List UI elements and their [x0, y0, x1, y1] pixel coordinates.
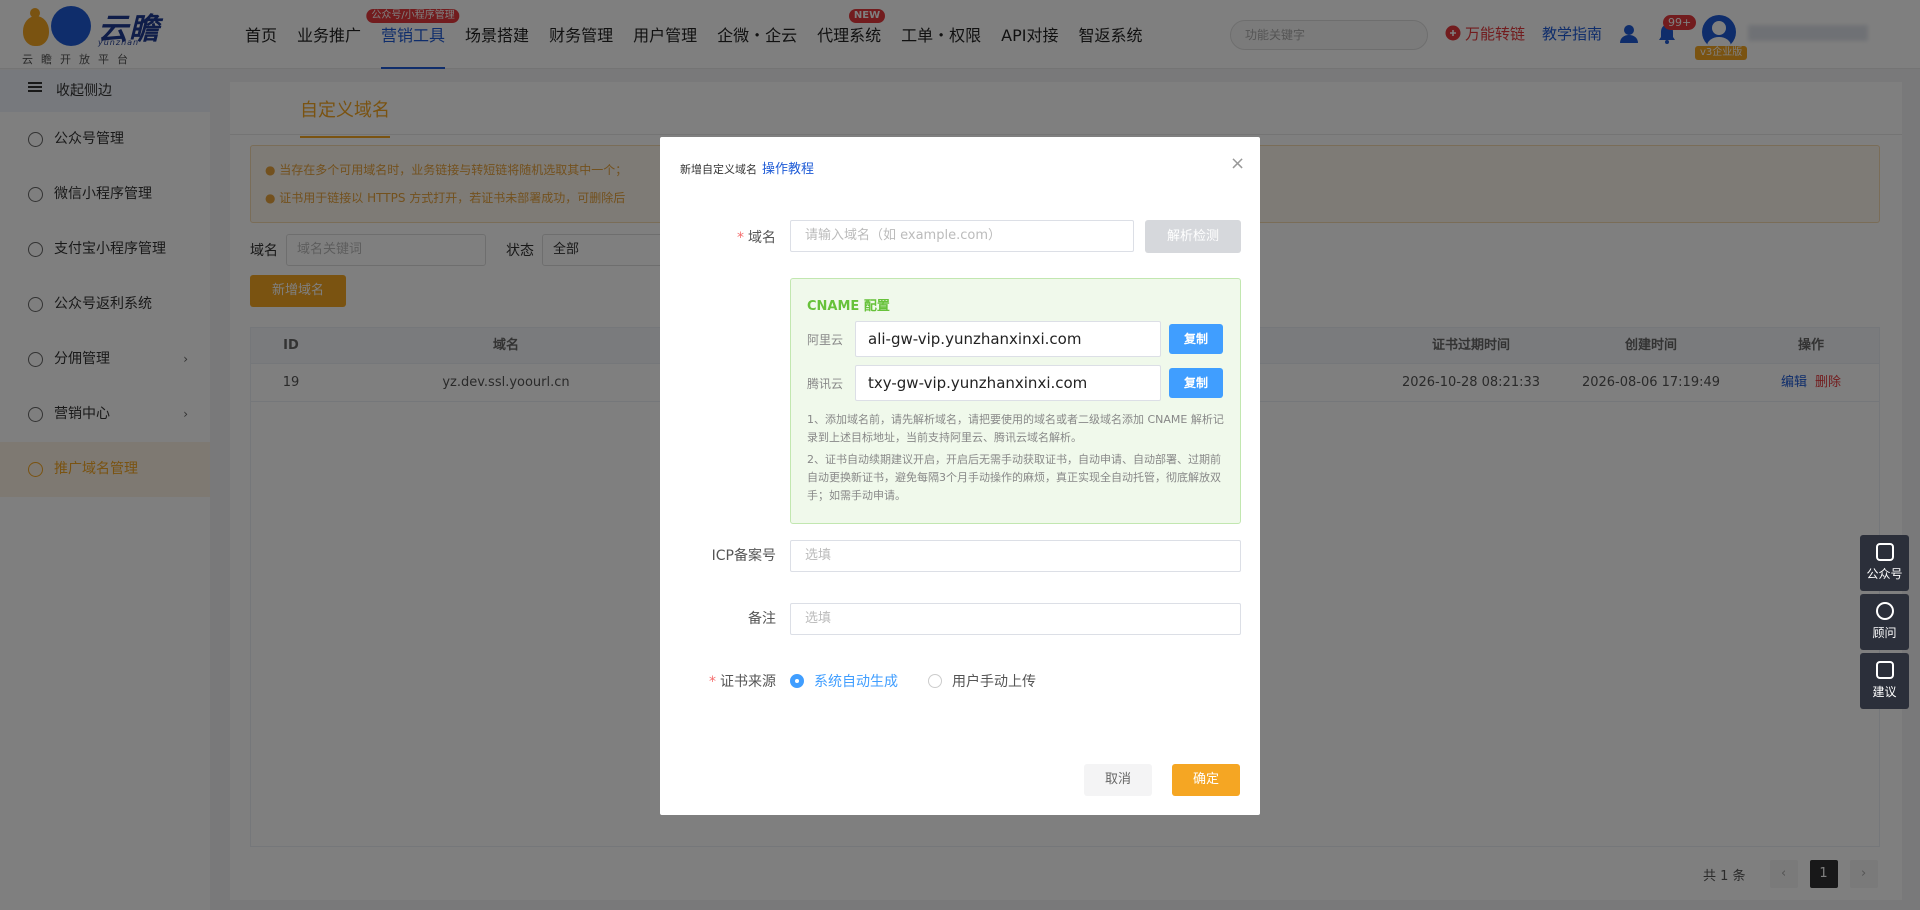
icp-label: ICP备案号 — [711, 548, 776, 564]
radio-unchecked-icon — [928, 674, 942, 688]
float-suggest[interactable]: 建议 — [1860, 653, 1909, 709]
note-2: 2、证书自动续期建议开启，开启后无需手动获取证书，自动申请、自动部署、过期前自动… — [807, 453, 1221, 502]
edit-icon — [1875, 661, 1894, 679]
domain-label: * 域名 — [737, 230, 776, 246]
cname-row-aliyun: 阿里云 ali-gw-vip.yunzhanxinxi.com 复制 — [807, 321, 1223, 357]
detect-button[interactable]: 解析检测 — [1145, 220, 1241, 253]
tencent-value[interactable]: txy-gw-vip.yunzhanxinxi.com — [855, 365, 1161, 401]
aliyun-value[interactable]: ali-gw-vip.yunzhanxinxi.com — [855, 321, 1161, 357]
add-domain-dialog: 新增自定义域名 操作教程 × * 域名 请输入域名（如 example.com） … — [660, 137, 1260, 815]
cancel-button[interactable]: 取消 — [1084, 764, 1152, 796]
remark-input[interactable]: 选填 — [790, 603, 1241, 635]
domain-input[interactable]: 请输入域名（如 example.com） — [790, 220, 1134, 252]
note-1: 1、添加域名前，请先解析域名，请把要使用的域名或者二级域名添加 CNAME 解析… — [807, 413, 1224, 444]
floating-toolbar: 公众号 顾问 建议 — [1860, 535, 1909, 712]
cname-config-box: CNAME 配置 阿里云 ali-gw-vip.yunzhanxinxi.com… — [790, 278, 1241, 524]
float-consultant[interactable]: 顾问 — [1860, 594, 1909, 650]
chat-icon — [1875, 543, 1894, 561]
copy-aliyun-button[interactable]: 复制 — [1169, 324, 1223, 354]
radio-checked-icon — [790, 674, 804, 688]
cert-source-label: * 证书来源 — [709, 674, 776, 690]
confirm-button[interactable]: 确定 — [1172, 764, 1240, 796]
dialog-title: 新增自定义域名 — [680, 163, 757, 176]
copy-tencent-button[interactable]: 复制 — [1169, 368, 1223, 398]
icp-input[interactable]: 选填 — [790, 540, 1241, 572]
close-icon[interactable]: × — [1230, 153, 1245, 174]
cname-notes: 1、添加域名前，请先解析域名，请把要使用的域名或者二级域名添加 CNAME 解析… — [807, 411, 1227, 509]
cname-title: CNAME 配置 — [807, 299, 890, 314]
tutorial-link[interactable]: 操作教程 — [762, 158, 814, 177]
headset-icon — [1875, 602, 1894, 620]
cname-row-tencent: 腾讯云 txy-gw-vip.yunzhanxinxi.com 复制 — [807, 365, 1223, 401]
radio-manual-cert[interactable]: 用户手动上传 — [928, 671, 1036, 691]
radio-auto-cert[interactable]: 系统自动生成 — [790, 671, 898, 691]
float-wechat[interactable]: 公众号 — [1860, 535, 1909, 591]
tencent-label: 腾讯云 — [807, 376, 844, 391]
aliyun-label: 阿里云 — [807, 332, 844, 347]
remark-label: 备注 — [748, 611, 776, 627]
